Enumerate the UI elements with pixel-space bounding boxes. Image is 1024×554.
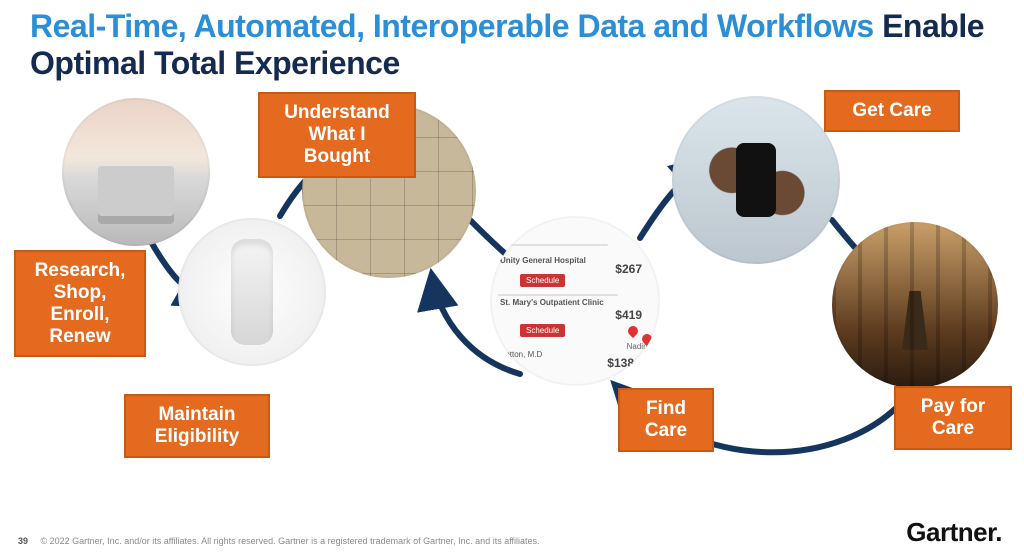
- step-label-get-care: Get Care: [824, 90, 960, 132]
- step-label-research: Research, Shop, Enroll, Renew: [14, 250, 146, 357]
- brand-dot: .: [995, 517, 1002, 547]
- copyright-text: © 2022 Gartner, Inc. and/or its affiliat…: [41, 536, 540, 546]
- slide-title: Real-Time, Automated, Interoperable Data…: [30, 8, 994, 82]
- page-number: 39: [18, 536, 38, 546]
- map-price-2: $419: [615, 308, 642, 322]
- step-label-pay-care: Pay for Care: [894, 386, 1012, 450]
- title-highlight: Real-Time, Automated, Interoperable Data…: [30, 8, 882, 44]
- brand-text: Gartner: [906, 517, 995, 547]
- map-pin-icon: [626, 324, 640, 338]
- map-caption: Nadine Eccleston, M: [627, 342, 660, 351]
- map-facility-1: Unity General Hospital: [500, 256, 586, 265]
- map-schedule-1: Schedule: [520, 274, 565, 287]
- slide: Real-Time, Automated, Interoperable Data…: [0, 0, 1024, 554]
- flow-canvas: $267 Unity General Hospital Schedule St.…: [0, 90, 1024, 510]
- map-facility-3: Setton, M.D: [500, 350, 542, 359]
- step-image-research: [62, 98, 210, 246]
- slide-footer: 39 © 2022 Gartner, Inc. and/or its affil…: [18, 536, 540, 546]
- step-image-pay-care: [832, 222, 998, 388]
- step-image-find-care: $267 Unity General Hospital Schedule St.…: [490, 216, 660, 386]
- step-label-eligibility: Maintain Eligibility: [124, 394, 270, 458]
- step-label-understand: Understand What I Bought: [258, 92, 416, 178]
- map-price-3: $138: [607, 356, 634, 370]
- map-price-1: $267: [615, 262, 642, 276]
- map-facility-2: St. Mary's Outpatient Clinic: [500, 298, 604, 307]
- step-image-get-care: [672, 96, 840, 264]
- map-schedule-2: Schedule: [520, 324, 565, 337]
- step-label-find-care: Find Care: [618, 388, 714, 452]
- brand-logo: Gartner.: [906, 517, 1002, 548]
